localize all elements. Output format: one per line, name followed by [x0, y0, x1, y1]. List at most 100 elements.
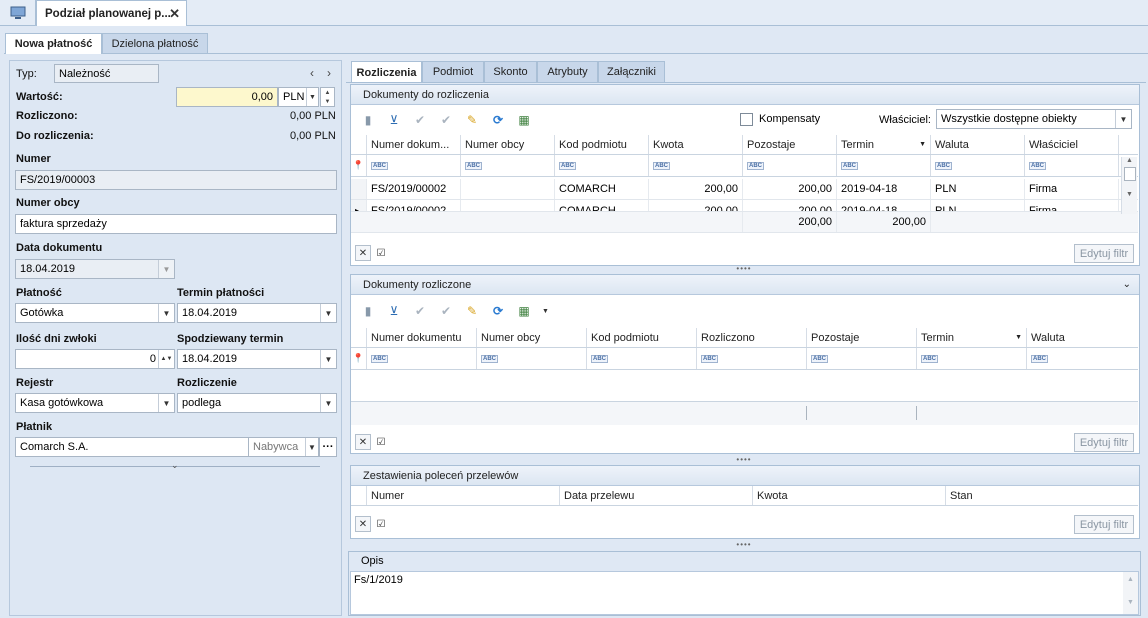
- document-tab[interactable]: Podział planowanej p... ✕: [36, 0, 187, 26]
- termin-platnosci-input[interactable]: 18.04.2019 ▼: [177, 303, 337, 323]
- table-row[interactable]: ▸ FS/2019/00002 COMARCH 200,00 200,00 20…: [351, 200, 1138, 212]
- col-numer-dokumentu[interactable]: Numer dokumentu: [367, 328, 477, 347]
- col-numer-obcy[interactable]: Numer obcy: [461, 135, 555, 154]
- open-document-icon[interactable]: ▮: [360, 112, 376, 128]
- col-wlasciciel[interactable]: Właściciel: [1025, 135, 1119, 154]
- currency-select[interactable]: PLN ▼: [278, 87, 319, 107]
- filter-cell[interactable]: ABC: [367, 155, 461, 176]
- col-stan[interactable]: Stan: [946, 486, 1138, 505]
- refresh-icon[interactable]: ⟳: [490, 112, 506, 128]
- filter-cell[interactable]: ABC: [1025, 155, 1119, 176]
- wartosc-input[interactable]: 0,00: [176, 87, 278, 107]
- check-icon[interactable]: ☑: [373, 245, 389, 261]
- edytuj-filtr-button-2[interactable]: Edytuj filtr: [1074, 433, 1134, 452]
- filter-cell[interactable]: ABC: [931, 155, 1025, 176]
- double-check-icon[interactable]: ✔: [438, 303, 454, 319]
- close-filter-icon[interactable]: ✕: [355, 434, 371, 450]
- filter-cell[interactable]: ABC: [743, 155, 837, 176]
- col-numer-obcy[interactable]: Numer obcy: [477, 328, 587, 347]
- prev-icon[interactable]: ‹: [310, 66, 314, 80]
- spodziewany-termin-input[interactable]: 18.04.2019 ▼: [177, 349, 337, 369]
- splitter-handle[interactable]: ••••: [724, 540, 764, 549]
- filter-cell[interactable]: ABC: [367, 348, 477, 369]
- filter-cell[interactable]: ABC: [555, 155, 649, 176]
- tab-podmiot[interactable]: Podmiot: [422, 61, 484, 82]
- tab-nowa-platnosc[interactable]: Nowa płatność: [5, 33, 102, 54]
- close-filter-icon[interactable]: ✕: [355, 516, 371, 532]
- check-icon[interactable]: ✔: [412, 112, 428, 128]
- col-kod-podmiotu[interactable]: Kod podmiotu: [555, 135, 649, 154]
- grid-options-icon[interactable]: ▦: [516, 112, 532, 128]
- col-waluta[interactable]: Waluta: [1027, 328, 1137, 347]
- table-row[interactable]: FS/2019/00002 COMARCH 200,00 200,00 2019…: [351, 179, 1138, 200]
- close-filter-icon[interactable]: ✕: [355, 245, 371, 261]
- splitter-handle[interactable]: ••••: [724, 264, 764, 273]
- col-termin[interactable]: Termin ▼: [837, 135, 931, 154]
- col-numer-dokumentu[interactable]: Numer dokum...: [367, 135, 461, 154]
- col-kwota[interactable]: Kwota: [753, 486, 946, 505]
- grid-options-icon[interactable]: ▦: [516, 303, 532, 319]
- filter-cell[interactable]: ABC: [587, 348, 697, 369]
- col-rozliczono[interactable]: Rozliczono: [697, 328, 807, 347]
- platnik-browse-button[interactable]: ···: [319, 437, 337, 457]
- check-icon[interactable]: ✔: [412, 303, 428, 319]
- scroll-down-icon[interactable]: ▼: [1122, 191, 1137, 198]
- tab-zalaczniki[interactable]: Załączniki: [598, 61, 665, 82]
- home-tab[interactable]: [0, 0, 36, 26]
- tab-rozliczenia[interactable]: Rozliczenia: [351, 61, 422, 83]
- col-pozostaje[interactable]: Pozostaje: [743, 135, 837, 154]
- filter-cell[interactable]: ABC: [697, 348, 807, 369]
- filter-cell[interactable]: ABC: [477, 348, 587, 369]
- check-icon[interactable]: ☑: [373, 434, 389, 450]
- pin-icon[interactable]: 📍: [351, 155, 367, 176]
- opis-textarea[interactable]: Fs/1/2019: [350, 571, 1139, 615]
- next-icon[interactable]: ›: [327, 66, 331, 80]
- scroll-up-icon[interactable]: ▲: [1123, 576, 1138, 583]
- double-check-icon[interactable]: ✔: [438, 112, 454, 128]
- spinner-icon[interactable]: ▲▼: [158, 350, 174, 368]
- platnik-input[interactable]: Comarch S.A.: [15, 437, 249, 457]
- kompensaty-checkbox[interactable]: [740, 113, 753, 126]
- expand-chevron-icon[interactable]: ⌄: [171, 460, 179, 471]
- col-numer[interactable]: Numer: [367, 486, 560, 505]
- edytuj-filtr-button-1[interactable]: Edytuj filtr: [1074, 244, 1134, 263]
- open-document-icon[interactable]: ▮: [360, 303, 376, 319]
- numer-obcy-input[interactable]: faktura sprzedaży: [15, 214, 337, 234]
- tab-skonto[interactable]: Skonto: [484, 61, 537, 82]
- vertical-scrollbar[interactable]: ▲ ▼: [1121, 157, 1137, 214]
- col-kod-podmiotu[interactable]: Kod podmiotu: [587, 328, 697, 347]
- chevron-down-icon[interactable]: ⌄: [1123, 279, 1131, 290]
- rejestr-select[interactable]: Kasa gotówkowa ▼: [15, 393, 175, 413]
- filter-cell[interactable]: ABC: [837, 155, 931, 176]
- col-pozostaje[interactable]: Pozostaje: [807, 328, 917, 347]
- wrench-icon[interactable]: ✎: [464, 112, 480, 128]
- pin-icon[interactable]: 📍: [351, 348, 367, 369]
- filter-cell[interactable]: ABC: [807, 348, 917, 369]
- refresh-icon[interactable]: ⟳: [490, 303, 506, 319]
- rozliczenie-select[interactable]: podlega ▼: [177, 393, 337, 413]
- platnosc-select[interactable]: Gotówka ▼: [15, 303, 175, 323]
- edytuj-filtr-button-3[interactable]: Edytuj filtr: [1074, 515, 1134, 534]
- filter-cell[interactable]: ABC: [461, 155, 555, 176]
- scroll-up-icon[interactable]: ▲: [1122, 157, 1137, 164]
- filter-cell[interactable]: ABC: [649, 155, 743, 176]
- scroll-down-icon[interactable]: ▼: [1123, 599, 1138, 606]
- filter-cell[interactable]: ABC: [1027, 348, 1137, 369]
- filter-cell[interactable]: ABC: [917, 348, 1027, 369]
- col-waluta[interactable]: Waluta: [931, 135, 1025, 154]
- tab-dzielona-platnosc[interactable]: Dzielona płatność: [102, 33, 208, 53]
- spin-down-icon[interactable]: ▼: [325, 99, 331, 105]
- check-icon[interactable]: ☑: [373, 516, 389, 532]
- splitter-handle[interactable]: ••••: [724, 455, 764, 464]
- wrench-icon[interactable]: ✎: [464, 303, 480, 319]
- scroll-thumb[interactable]: [1123, 167, 1136, 181]
- ilosc-dni-input[interactable]: 0 ▲▼: [15, 349, 175, 369]
- platnik-type-select[interactable]: Nabywca ▼: [248, 437, 319, 457]
- chevron-down-icon[interactable]: ▼: [320, 350, 336, 368]
- close-tab-icon[interactable]: ✕: [169, 6, 180, 22]
- chevron-down-icon[interactable]: ▼: [320, 304, 336, 322]
- filter-settle-icon[interactable]: ⊻: [386, 303, 402, 319]
- chevron-down-icon[interactable]: ▼: [542, 308, 549, 315]
- col-termin[interactable]: Termin ▼: [917, 328, 1027, 347]
- col-kwota[interactable]: Kwota: [649, 135, 743, 154]
